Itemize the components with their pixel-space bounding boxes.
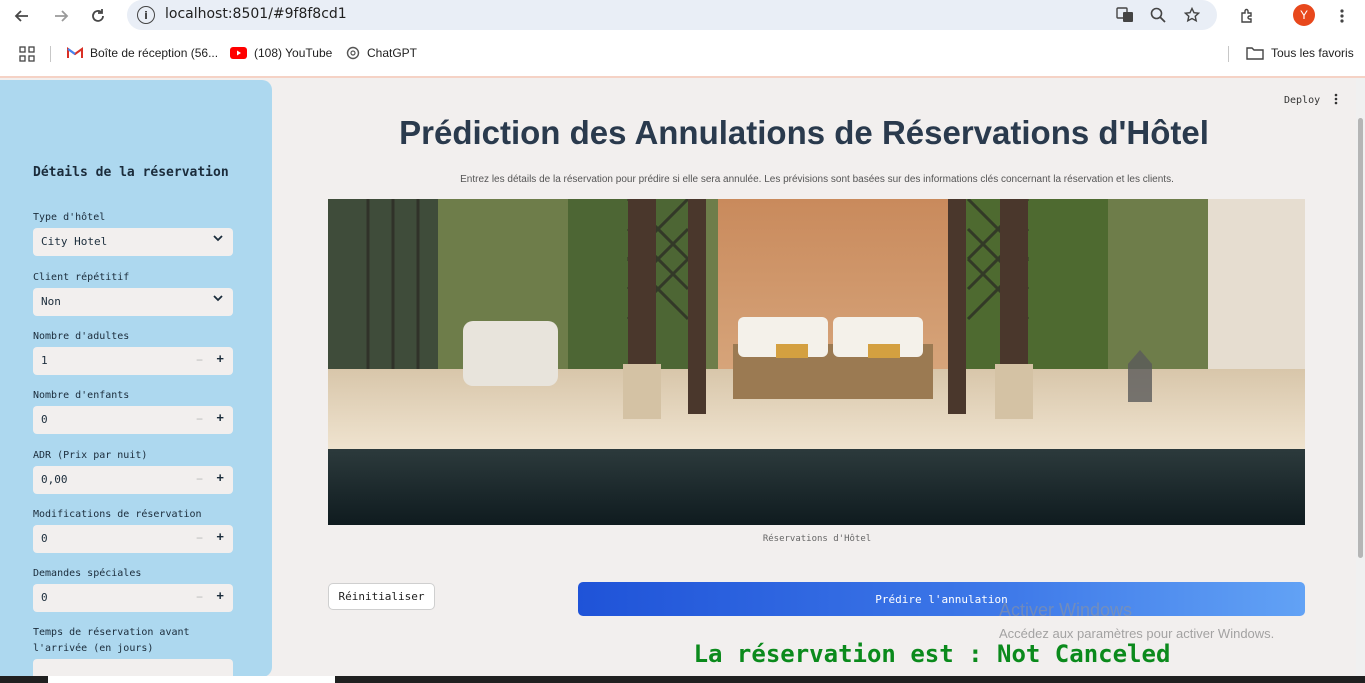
special-requests-label: Demandes spéciales <box>33 568 142 579</box>
main-content: Deploy Prédiction des Annulations de Rés… <box>272 78 1365 678</box>
windows-activation-text: Accédez aux paramètres pour activer Wind… <box>999 626 1275 641</box>
adults-label: Nombre d'adultes <box>33 331 130 342</box>
special-requests-value: 0 <box>41 591 48 604</box>
bookmark-star-icon[interactable] <box>1182 5 1202 25</box>
gmail-icon <box>67 47 83 58</box>
hotel-type-value: City Hotel <box>41 235 108 248</box>
windows-activation-title: Activer Windows <box>999 600 1133 620</box>
forward-arrow-icon[interactable] <box>49 4 73 28</box>
address-bar[interactable]: i localhost:8501/#9f8f8cd1 <box>127 0 1217 30</box>
site-info-icon[interactable]: i <box>137 6 155 24</box>
booking-changes-value: 0 <box>41 532 48 545</box>
page-title: Prédiction des Annulations de Réservatio… <box>399 114 1209 151</box>
bookmark-chatgpt[interactable]: ChatGPT <box>346 46 417 60</box>
bookmarks-bar: Boîte de réception (56... (108) YouTube … <box>0 38 1365 70</box>
app-menu-icon[interactable] <box>1334 93 1338 108</box>
prediction-result: La réservation est : Not Canceled <box>693 640 1171 668</box>
booking-changes-number-input[interactable]: 0 − + <box>33 525 233 553</box>
increment-button[interactable]: + <box>216 410 224 425</box>
browser-menu-icon[interactable] <box>1330 4 1354 28</box>
chevron-down-icon <box>211 293 225 307</box>
booking-changes-label: Modifications de réservation <box>33 509 202 520</box>
adr-value: 0,00 <box>41 473 68 486</box>
profile-avatar[interactable]: Y <box>1293 4 1315 26</box>
increment-button[interactable]: + <box>216 351 224 366</box>
adr-label: ADR (Prix par nuit) <box>33 450 148 461</box>
repeated-guest-value: Non <box>41 295 61 308</box>
browser-chrome: i localhost:8501/#9f8f8cd1 Y Boîte de ré… <box>0 0 1365 76</box>
streamlit-app: Détails de la réservation Type d'hôtel C… <box>0 76 1365 678</box>
bookmarks-divider <box>1228 46 1229 62</box>
increment-button[interactable]: + <box>216 588 224 603</box>
deploy-button[interactable]: Deploy <box>1284 95 1320 106</box>
decrement-button[interactable]: − <box>196 412 203 426</box>
url-text: localhost:8501/#9f8f8cd1 <box>165 6 347 22</box>
special-requests-number-input[interactable]: 0 − + <box>33 584 233 612</box>
decrement-button[interactable]: − <box>196 531 203 545</box>
decrement-button[interactable]: − <box>196 472 203 486</box>
bookmark-label: ChatGPT <box>367 46 418 60</box>
browser-toolbar: i localhost:8501/#9f8f8cd1 Y <box>0 0 1365 32</box>
page-subtitle: Entrez les détails de la réservation pou… <box>460 174 1174 185</box>
lead-time-label: Temps de réservation avant l'arrivée (en… <box>33 627 190 654</box>
bookmark-label: (108) YouTube <box>254 46 333 60</box>
folder-icon <box>1246 47 1264 60</box>
sidebar: Détails de la réservation Type d'hôtel C… <box>0 80 272 677</box>
children-value: 0 <box>41 413 48 426</box>
hotel-type-select[interactable]: City Hotel <box>33 228 233 256</box>
repeated-guest-select[interactable]: Non <box>33 288 233 316</box>
zoom-icon[interactable] <box>1148 5 1168 25</box>
adults-value: 1 <box>41 354 48 367</box>
page-scrollbar[interactable] <box>1356 78 1365 678</box>
all-bookmarks-folder[interactable]: Tous les favoris <box>1246 46 1354 60</box>
bookmark-youtube[interactable]: (108) YouTube <box>230 46 332 60</box>
predict-button[interactable]: Prédire l'annulation <box>578 582 1305 616</box>
adr-number-input[interactable]: 0,00 − + <box>33 466 233 494</box>
children-number-input[interactable]: 0 − + <box>33 406 233 434</box>
repeated-guest-label: Client répétitif <box>33 272 130 283</box>
bookmark-label: Boîte de réception (56... <box>90 46 219 60</box>
apps-grid-icon[interactable] <box>19 46 35 62</box>
chatgpt-icon <box>346 46 360 60</box>
decrement-button[interactable]: − <box>196 590 203 604</box>
bookmarks-divider <box>50 46 51 62</box>
lead-time-number-input[interactable] <box>33 659 233 677</box>
bookmark-gmail[interactable]: Boîte de réception (56... <box>67 46 218 60</box>
increment-button[interactable]: + <box>216 470 224 485</box>
taskbar-search[interactable] <box>48 676 335 683</box>
decrement-button[interactable]: − <box>196 353 203 367</box>
children-label: Nombre d'enfants <box>33 390 130 401</box>
scrollbar-thumb[interactable] <box>1358 118 1363 558</box>
image-caption: Réservations d'Hôtel <box>762 534 872 544</box>
reset-button[interactable]: Réinitialiser <box>328 583 435 610</box>
youtube-icon <box>230 47 247 59</box>
all-bookmarks-label: Tous les favoris <box>1271 46 1354 60</box>
extensions-icon[interactable] <box>1235 4 1259 28</box>
hotel-image <box>328 199 1305 525</box>
chevron-down-icon <box>211 233 225 247</box>
windows-taskbar <box>0 676 1365 683</box>
translate-icon[interactable] <box>1115 5 1135 25</box>
reload-icon[interactable] <box>86 4 110 28</box>
back-arrow-icon[interactable] <box>10 4 34 28</box>
hotel-type-label: Type d'hôtel <box>33 212 106 223</box>
increment-button[interactable]: + <box>216 529 224 544</box>
sidebar-title: Détails de la réservation <box>33 165 229 180</box>
adults-number-input[interactable]: 1 − + <box>33 347 233 375</box>
